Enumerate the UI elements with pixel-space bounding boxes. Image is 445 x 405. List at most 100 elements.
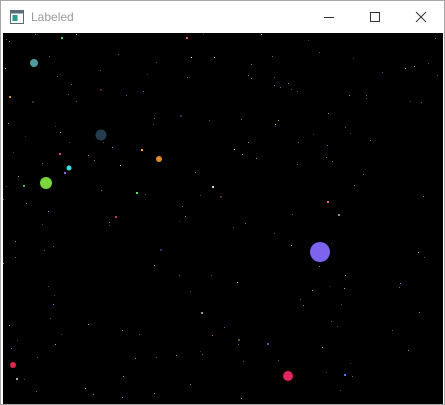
star — [224, 327, 225, 328]
star — [23, 185, 25, 187]
star — [272, 56, 273, 57]
close-button[interactable] — [398, 1, 444, 33]
star — [16, 378, 18, 380]
star — [135, 358, 136, 359]
star — [350, 363, 351, 364]
star — [88, 155, 89, 156]
star — [298, 142, 299, 143]
star — [275, 124, 276, 125]
star — [76, 101, 77, 102]
star — [437, 75, 438, 76]
star — [220, 196, 222, 198]
body-3 — [30, 59, 38, 67]
star — [17, 340, 18, 341]
star — [49, 56, 50, 57]
star — [187, 77, 188, 78]
star — [326, 157, 327, 158]
star — [212, 186, 214, 188]
star — [156, 357, 157, 358]
star — [242, 154, 243, 155]
star — [203, 34, 204, 35]
star — [3, 263, 4, 264]
star — [331, 243, 332, 244]
star — [338, 214, 340, 216]
star — [88, 324, 89, 325]
star — [154, 118, 155, 119]
star — [143, 91, 144, 92]
star — [241, 398, 242, 399]
star — [195, 172, 196, 173]
maximize-icon — [370, 12, 380, 22]
star — [103, 142, 104, 143]
star — [303, 305, 304, 306]
star — [382, 72, 383, 73]
star — [186, 37, 188, 39]
star — [418, 252, 419, 253]
star — [11, 348, 12, 349]
star — [153, 124, 154, 125]
star — [241, 119, 242, 120]
star — [24, 379, 25, 380]
star — [251, 78, 252, 79]
star — [251, 64, 252, 65]
star — [243, 361, 244, 362]
star — [123, 376, 124, 377]
star — [274, 233, 275, 234]
body-6 — [156, 156, 162, 162]
star — [424, 257, 425, 258]
star — [55, 344, 56, 345]
star — [156, 62, 157, 63]
star — [68, 94, 69, 95]
star — [274, 77, 275, 78]
star — [291, 89, 292, 90]
star — [350, 133, 351, 134]
star — [363, 174, 364, 175]
star — [237, 282, 238, 283]
simulation-canvas[interactable] — [3, 33, 443, 404]
star — [190, 384, 191, 385]
star — [60, 132, 61, 133]
star — [185, 216, 186, 217]
star — [202, 354, 203, 355]
star — [212, 335, 213, 336]
star — [154, 393, 155, 394]
star — [214, 57, 215, 58]
close-icon — [415, 11, 427, 23]
star — [312, 290, 313, 291]
maximize-button[interactable] — [352, 1, 398, 33]
star — [36, 391, 37, 392]
body-1 — [40, 177, 52, 189]
star — [61, 37, 63, 39]
star — [32, 101, 34, 103]
star — [6, 186, 7, 187]
star — [326, 372, 327, 373]
star — [37, 357, 38, 358]
star — [288, 83, 289, 84]
star — [248, 75, 249, 76]
star — [366, 95, 367, 96]
star — [182, 206, 183, 207]
app-window-icon — [10, 10, 24, 24]
star — [330, 286, 331, 287]
star — [57, 76, 58, 77]
star — [345, 127, 346, 128]
star — [278, 120, 279, 121]
minimize-button[interactable] — [306, 1, 352, 33]
star — [200, 195, 201, 196]
star — [109, 225, 110, 226]
star — [154, 265, 155, 266]
star — [274, 85, 275, 86]
star — [160, 249, 162, 251]
body-0 — [310, 242, 330, 262]
star — [120, 165, 121, 166]
star — [136, 192, 138, 194]
star — [337, 326, 338, 327]
star — [112, 147, 113, 148]
star — [392, 330, 393, 331]
title-bar[interactable]: Labeled — [1, 1, 444, 33]
star — [297, 164, 298, 165]
star — [118, 54, 119, 55]
star — [15, 241, 16, 242]
star — [352, 376, 353, 377]
star — [9, 41, 10, 42]
